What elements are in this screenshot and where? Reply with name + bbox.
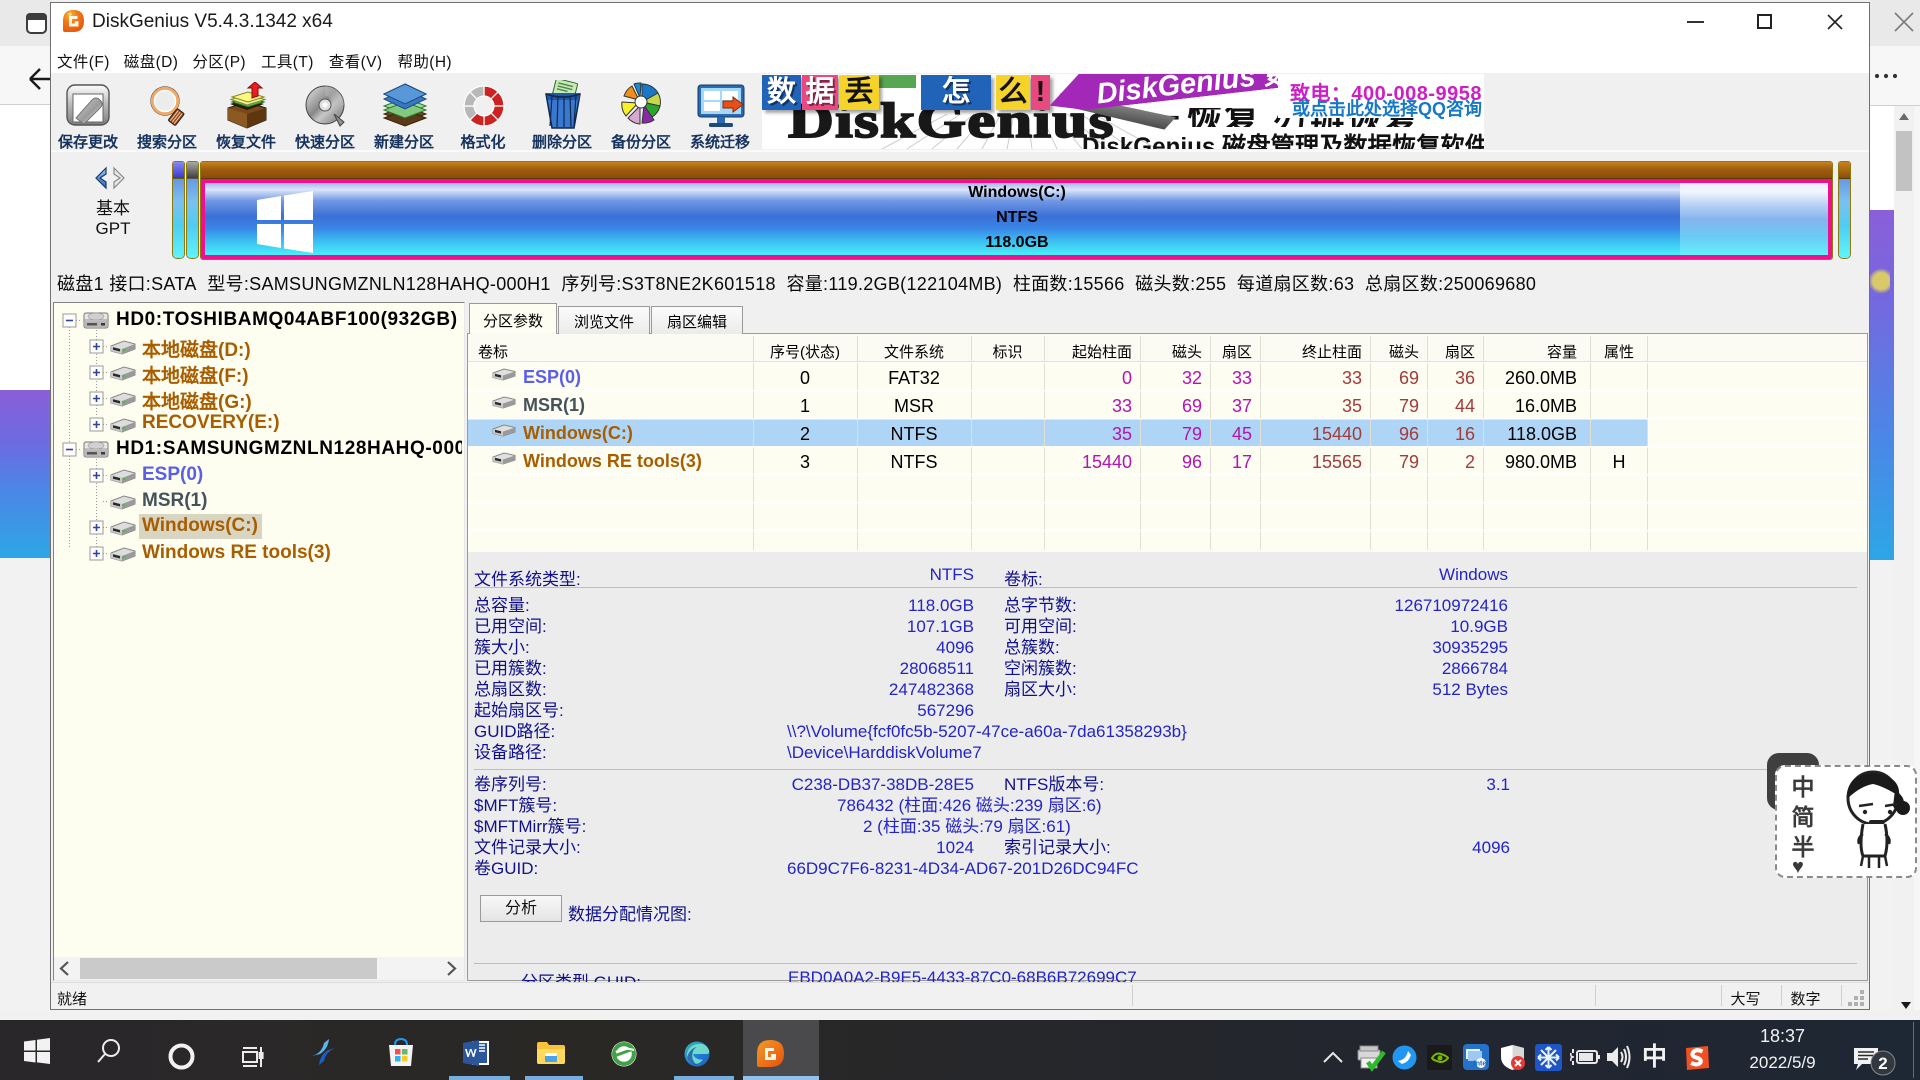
svg-text:2: 2 [1878,1054,1887,1073]
svg-text:intel: intel [1474,1061,1488,1068]
